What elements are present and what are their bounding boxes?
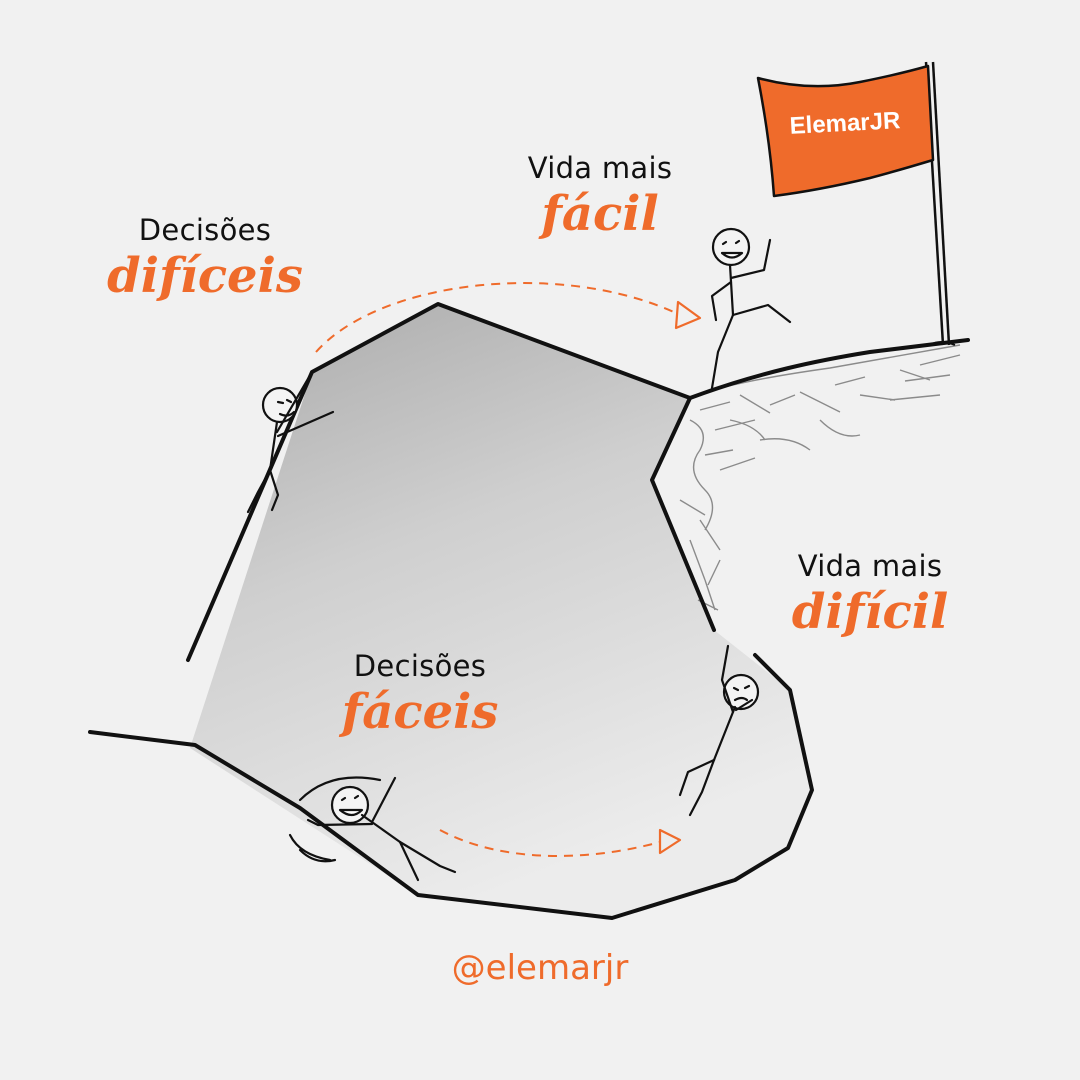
- footer-handle[interactable]: @elemarjr: [0, 948, 1080, 988]
- caption-hard-life-line1: Vida mais: [797, 549, 943, 583]
- caption-hard-decisions: Decisões difíceis: [100, 212, 310, 304]
- caption-easy-life: Vida mais fácil: [500, 150, 700, 242]
- caption-hard-decisions-line1: Decisões: [138, 213, 272, 247]
- caption-easy-life-line2: fácil: [541, 186, 659, 242]
- caption-hard-life-line2: difícil: [791, 584, 949, 640]
- caption-easy-life-line1: Vida mais: [527, 151, 673, 185]
- caption-hard-life: Vida mais difícil: [770, 548, 970, 640]
- caption-easy-decisions-line2: fáceis: [341, 684, 499, 740]
- caption-hard-decisions-line2: difíceis: [107, 248, 303, 304]
- caption-easy-decisions-line1: Decisões: [353, 649, 487, 683]
- walker-easy-life: [710, 227, 792, 390]
- caption-easy-decisions: Decisões fáceis: [320, 648, 520, 740]
